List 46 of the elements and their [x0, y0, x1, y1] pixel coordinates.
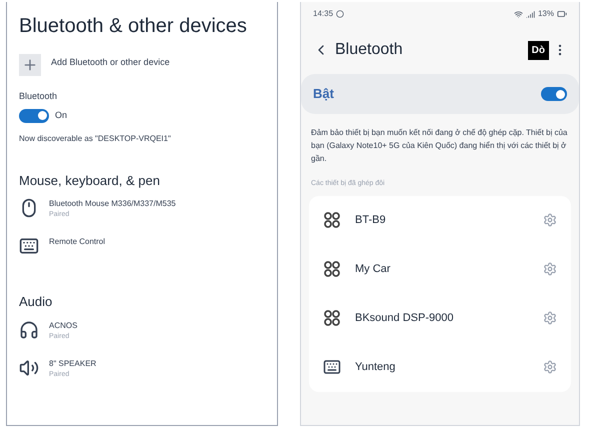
- notification-icon: [336, 10, 344, 18]
- headphones-icon: [19, 320, 39, 340]
- description-text: Đảm bảo thiết bị bạn muốn kết nối đang ở chế độ ghép cặp. Thiết bị của bạn (Galaxy Note10+ 5G của Kiên Quốc) đang hiển thị với các thiết bị ở gần.: [310, 127, 568, 165]
- device-name: ACNOS: [49, 320, 78, 332]
- battery-icon: [557, 9, 567, 19]
- plus-icon: [22, 57, 38, 73]
- device-item[interactable]: Remote Control: [19, 236, 265, 262]
- settings-icon[interactable]: [543, 262, 557, 276]
- paired-device-item[interactable]: BT-B9: [309, 196, 571, 244]
- section-title: Mouse, keyboard, & pen: [19, 172, 161, 190]
- screen-title: Bluetooth: [335, 40, 403, 60]
- device-name: Remote Control: [49, 236, 106, 248]
- signal-icon: [526, 10, 535, 18]
- device-name: Bluetooth Mouse M336/M337/M535: [49, 198, 176, 210]
- scan-button[interactable]: Dò: [528, 40, 549, 60]
- toggle-state-label: On: [55, 108, 68, 122]
- add-device-button[interactable]: [19, 54, 41, 76]
- battery-level: 13%: [538, 8, 554, 20]
- device-name: Yunteng: [355, 360, 396, 375]
- toggle-switch[interactable]: [541, 87, 567, 101]
- keyboard-icon: [323, 358, 341, 376]
- device-name: My Car: [355, 262, 390, 277]
- paired-device-item[interactable]: Yunteng: [309, 342, 571, 392]
- earbuds-icon: [323, 260, 341, 278]
- bluetooth-label: Bluetooth: [19, 90, 58, 103]
- section-title: Audio: [19, 293, 54, 311]
- page-title: Bluetooth & other devices: [19, 16, 248, 36]
- settings-icon[interactable]: [543, 360, 557, 374]
- bluetooth-toggle-row[interactable]: Bật: [301, 74, 579, 114]
- add-device-label[interactable]: Add Bluetooth or other device: [51, 54, 170, 70]
- earbuds-icon: [323, 211, 341, 229]
- status-time: 14:35: [313, 8, 334, 20]
- wifi-icon: [514, 10, 523, 18]
- earbuds-icon: [323, 309, 341, 327]
- paired-device-item[interactable]: BKsound DSP-9000: [309, 294, 571, 342]
- device-name: BKsound DSP-9000: [355, 310, 454, 326]
- keyboard-icon: [19, 236, 39, 256]
- device-name: BT-B9: [355, 212, 386, 228]
- toggle-switch[interactable]: [19, 108, 49, 122]
- settings-icon[interactable]: [543, 213, 557, 227]
- discoverable-text: Now discoverable as "DESKTOP-VRQEI1": [19, 132, 172, 144]
- speaker-icon: [19, 358, 39, 378]
- toggle-row-label: Bật: [313, 85, 334, 104]
- settings-icon[interactable]: [543, 311, 557, 325]
- device-name: 8" SPEAKER: [49, 358, 96, 370]
- paired-device-item[interactable]: My Car: [309, 244, 571, 294]
